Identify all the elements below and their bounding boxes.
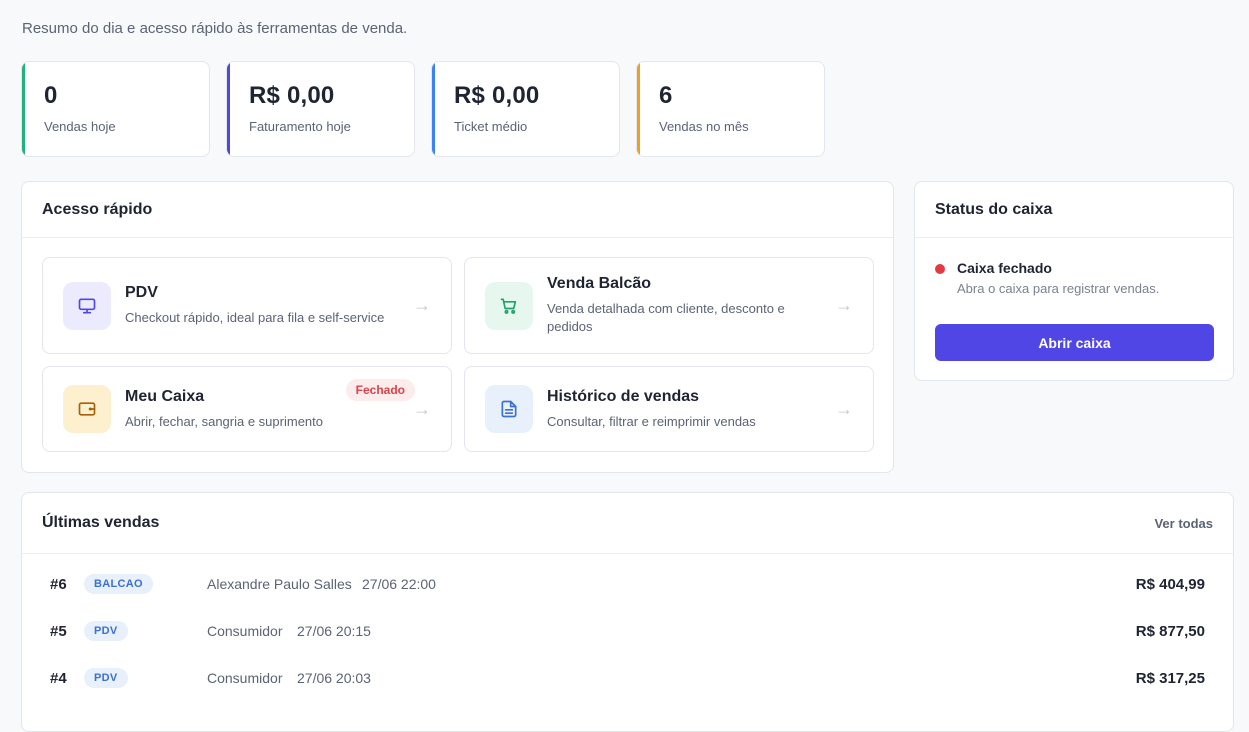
arrow-right-icon: → [835, 398, 853, 419]
tile-title: Venda Balcão [547, 275, 652, 293]
tile-venda-balcao[interactable]: Venda Balcão Venda detalhada com cliente… [464, 257, 874, 354]
sale-id: #6 [50, 575, 67, 593]
sale-time: 27/06 20:03 [297, 670, 371, 686]
stat-value: 6 [659, 82, 673, 109]
cash-state: Caixa fechado [957, 260, 1052, 276]
latest-sales-card: Últimas vendas Ver todas #6 BALCAO Alexa… [21, 492, 1234, 732]
page-subtitle: Resumo do dia e acesso rápido às ferrame… [22, 20, 408, 37]
see-all-link[interactable]: Ver todas [1154, 516, 1213, 531]
card-header: Status do caixa [915, 182, 1233, 238]
sale-client: Consumidor [207, 670, 283, 686]
cash-status-row: Caixa fechado Abra o caixa para registra… [915, 238, 1233, 296]
tile-meu-caixa[interactable]: Meu Caixa Abrir, fechar, sangria e supri… [42, 366, 452, 452]
stat-label: Vendas hoje [44, 119, 116, 134]
channel-badge: PDV [84, 621, 128, 641]
tile-description: Venda detalhada com cliente, desconto e … [547, 301, 785, 334]
document-icon [485, 385, 533, 433]
table-row[interactable]: #4 PDV Consumidor 27/06 20:03 R$ 317,25 [22, 655, 1233, 701]
arrow-right-icon: → [413, 398, 431, 419]
sale-id: #5 [50, 622, 67, 640]
card-header: Últimas vendas Ver todas [22, 493, 1233, 554]
sale-client: Alexandre Paulo Salles [207, 576, 352, 592]
open-cash-button[interactable]: Abrir caixa [935, 324, 1214, 361]
cart-icon [485, 281, 533, 330]
wallet-icon [63, 385, 111, 433]
arrow-right-icon: → [413, 295, 431, 315]
stat-label: Faturamento hoje [249, 119, 351, 134]
stat-card-average-ticket: R$ 0,00 Ticket médio [431, 61, 620, 157]
status-badge-closed: Fechado [345, 379, 415, 401]
tile-description: Consultar, filtrar e reimprimir vendas [547, 413, 756, 429]
card-header: Acesso rápido [22, 182, 893, 238]
tile-historico-vendas[interactable]: Histórico de vendas Consultar, filtrar e… [464, 366, 874, 452]
stat-value: R$ 0,00 [249, 82, 335, 109]
sale-id: #4 [50, 669, 67, 687]
tile-pdv[interactable]: PDV Checkout rápido, ideal para fila e s… [42, 257, 452, 354]
sale-time: 27/06 20:15 [297, 623, 371, 639]
cash-status-card: Status do caixa Caixa fechado Abra o cai… [914, 181, 1234, 381]
sale-total: R$ 404,99 [1135, 575, 1205, 593]
stat-label: Vendas no mês [659, 119, 749, 134]
cash-status-title: Status do caixa [935, 200, 1053, 218]
channel-badge: PDV [84, 668, 128, 688]
channel-badge: BALCAO [84, 574, 153, 594]
tile-title: PDV [125, 284, 158, 302]
latest-sales-title: Últimas vendas [42, 514, 160, 531]
quick-access-title: Acesso rápido [42, 200, 153, 218]
tile-description: Checkout rápido, ideal para fila e self-… [125, 310, 385, 326]
sale-client: Consumidor [207, 623, 283, 639]
stat-card-revenue-today: R$ 0,00 Faturamento hoje [226, 61, 415, 157]
stats-row: 0 Vendas hoje R$ 0,00 Faturamento hoje R… [21, 61, 825, 157]
table-row[interactable]: #5 PDV Consumidor 27/06 20:15 R$ 877,50 [22, 608, 1233, 654]
tile-title: Histórico de vendas [547, 387, 700, 405]
stat-label: Ticket médio [454, 119, 528, 134]
status-dot-icon [935, 264, 945, 274]
tile-description: Abrir, fechar, sangria e suprimento [125, 413, 323, 429]
sale-total: R$ 877,50 [1135, 622, 1205, 640]
arrow-right-icon: → [835, 295, 853, 315]
sale-time: 27/06 22:00 [362, 576, 436, 592]
stat-card-sales-today: 0 Vendas hoje [21, 61, 210, 157]
stat-card-sales-month: 6 Vendas no mês [636, 61, 825, 157]
quick-access-card: Acesso rápido PDV Checkout rápido, ideal… [21, 181, 894, 473]
sale-total: R$ 317,25 [1135, 669, 1205, 687]
cash-hint: Abra o caixa para registrar vendas. [957, 281, 1160, 296]
table-row[interactable]: #6 BALCAO Alexandre Paulo Salles 27/06 2… [22, 561, 1233, 607]
stat-value: 0 [44, 82, 58, 109]
monitor-icon [63, 281, 111, 330]
stat-value: R$ 0,00 [454, 82, 540, 109]
